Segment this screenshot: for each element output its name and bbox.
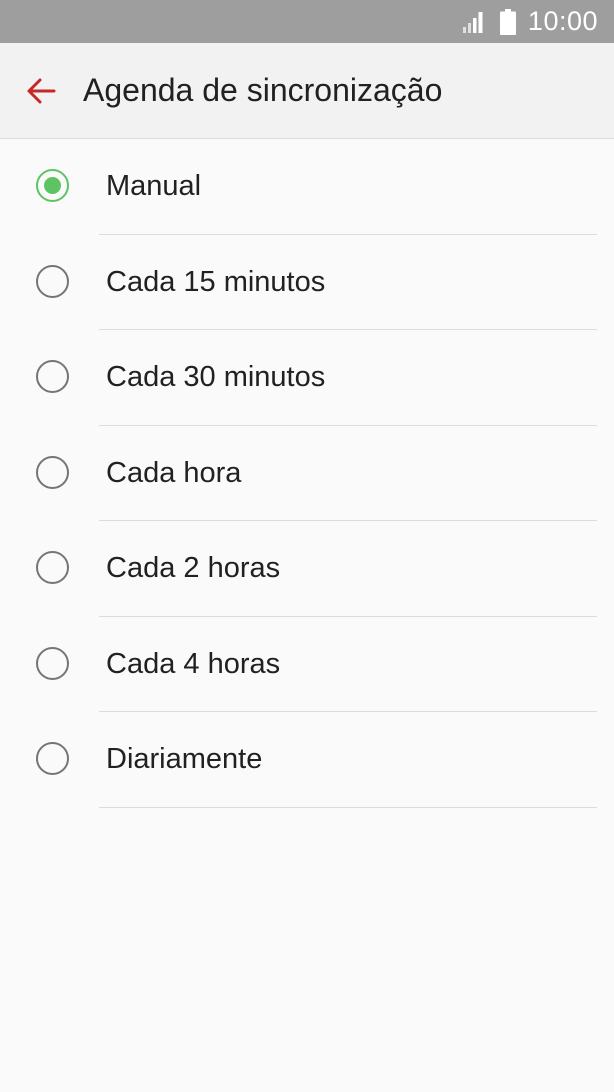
radio-button[interactable] (36, 646, 69, 680)
battery-icon (499, 8, 516, 35)
signal-icon (462, 11, 483, 33)
option-every-hour[interactable]: Cada hora (0, 426, 614, 522)
app-bar: Agenda de sincronização (0, 43, 614, 139)
page-title: Agenda de sincronização (83, 72, 443, 108)
arrow-back-icon (27, 78, 56, 104)
option-label: Manual (106, 170, 202, 202)
radio-button-selected[interactable] (36, 169, 69, 202)
option-every-30-minutes[interactable]: Cada 30 minutos (0, 330, 614, 426)
option-every-15-minutes[interactable]: Cada 15 minutos (0, 235, 614, 331)
option-manual[interactable]: Manual (0, 139, 614, 235)
option-label: Diariamente (106, 743, 263, 775)
option-label: Cada 2 horas (106, 552, 281, 584)
status-indicators: 10:00 (462, 0, 598, 43)
option-every-2-hours[interactable]: Cada 2 horas (0, 521, 614, 617)
radio-button[interactable] (36, 264, 69, 298)
radio-button[interactable] (36, 455, 69, 489)
radio-button[interactable] (36, 742, 69, 775)
status-time: 10:00 (527, 6, 598, 36)
status-bar: 10:00 (0, 0, 614, 43)
option-label: Cada 4 horas (106, 647, 281, 680)
option-label: Cada 30 minutos (106, 361, 326, 393)
option-every-4-hours[interactable]: Cada 4 horas (0, 617, 614, 713)
option-label: Cada 15 minutos (106, 265, 326, 298)
option-label: Cada hora (106, 456, 242, 489)
back-button[interactable] (22, 72, 60, 110)
option-daily[interactable]: Diariamente (0, 712, 614, 808)
radio-button[interactable] (36, 551, 69, 584)
sync-schedule-options: Manual Cada 15 minutos Cada 30 minutos C… (0, 139, 614, 808)
radio-button[interactable] (36, 360, 69, 393)
